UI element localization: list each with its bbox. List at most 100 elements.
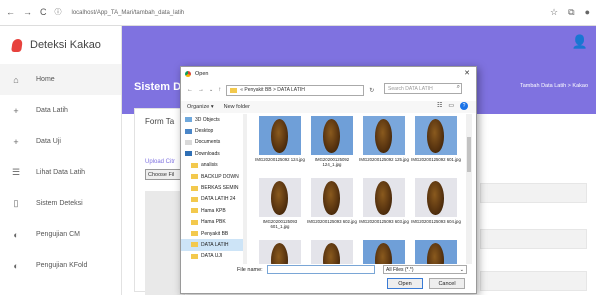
- open-button[interactable]: Open: [387, 278, 423, 289]
- filetype-select[interactable]: All Files (*.*) ⌄: [383, 265, 467, 274]
- forward-arrow-icon[interactable]: →: [23, 8, 32, 17]
- image-thumbnail: [311, 240, 353, 264]
- search-input[interactable]: Search DATA LATIH: [384, 83, 462, 94]
- sidebar-item-data-latih[interactable]: + Data Latih: [0, 95, 121, 126]
- nav-item[interactable]: DATA UJI: [181, 251, 243, 262]
- nav-item[interactable]: 3D Objects: [181, 114, 243, 125]
- document-icon: ▯: [13, 198, 19, 208]
- back-arrow-icon[interactable]: ←: [187, 87, 193, 93]
- file-item[interactable]: IMG20200125092 124.jpg: [255, 116, 305, 176]
- preview-pane-icon[interactable]: ▭: [448, 102, 454, 110]
- plus-icon: +: [13, 136, 19, 147]
- image-thumbnail: [259, 178, 301, 217]
- info-icon: ⓘ: [54, 9, 62, 16]
- nav-item[interactable]: Hama PBK: [181, 217, 243, 228]
- organize-menu[interactable]: Organize ▾: [187, 104, 214, 110]
- forward-arrow-icon[interactable]: →: [198, 87, 204, 93]
- file-item[interactable]: [411, 240, 461, 264]
- nav-item[interactable]: Hama KPB: [181, 205, 243, 216]
- sidebar-item-home[interactable]: ⌂ Home: [0, 64, 121, 95]
- view-controls: ☷ ▭ ?: [437, 102, 468, 110]
- sidebar-item-label: Pengujian CM: [36, 231, 80, 238]
- nav-item-label: BACKUP DOWN: [201, 173, 239, 180]
- file-item[interactable]: [359, 240, 409, 264]
- cancel-button[interactable]: Cancel: [429, 278, 465, 289]
- cocoa-logo-icon: [11, 38, 23, 52]
- path-bar[interactable]: « Penyakit BB > DATA LATIH: [226, 84, 365, 96]
- dialog-titlebar: Open ✕: [181, 67, 476, 81]
- nav-item[interactable]: BACKUP DOWN: [181, 171, 243, 182]
- file-name: IMG20200125093 603.jpg: [359, 219, 409, 224]
- refresh-icon[interactable]: ↻: [369, 87, 374, 94]
- open-file-dialog: Open ✕ ← → ⌄ ↑ « Penyakit BB > DATA LATI…: [180, 66, 477, 294]
- extension-icon[interactable]: ⧉: [568, 7, 574, 18]
- folder-icon: [185, 151, 192, 157]
- scrollbar[interactable]: [243, 114, 247, 264]
- file-item[interactable]: [307, 240, 357, 264]
- input-field[interactable]: [480, 183, 587, 203]
- sidebar-item-data-uji[interactable]: + Data Uji: [0, 126, 121, 157]
- nav-item[interactable]: Penyakit BB: [181, 228, 243, 239]
- input-field[interactable]: [480, 229, 587, 249]
- new-folder-button[interactable]: New folder: [224, 104, 250, 110]
- path-text: « Penyakit BB > DATA LATIH: [240, 87, 305, 93]
- image-thumbnail: [415, 178, 457, 217]
- file-item[interactable]: IMG20200125092 125.jpg: [359, 116, 409, 176]
- cocoa-pod: [427, 181, 444, 215]
- image-thumbnail: [415, 116, 457, 155]
- close-icon[interactable]: ✕: [464, 69, 470, 77]
- profile-icon[interactable]: ●: [585, 7, 590, 18]
- brand-name: Deteksi Kakao: [30, 39, 101, 51]
- up-arrow-icon[interactable]: ↑: [218, 87, 221, 93]
- file-item[interactable]: IMG20200125092 601.jpg: [411, 116, 461, 176]
- reload-icon[interactable]: C: [40, 8, 47, 17]
- cocoa-pod: [375, 181, 392, 215]
- file-item[interactable]: IMG20200125093 604.jpg: [411, 178, 461, 238]
- nav-item[interactable]: Documents: [181, 137, 243, 148]
- sidebar-menu: ⌂ Home + Data Latih + Data Uji ☰ Lihat Data Lat…: [0, 64, 121, 281]
- nav-item[interactable]: DATA LATIH 24: [181, 194, 243, 205]
- cocoa-pod: [375, 119, 392, 153]
- nav-item[interactable]: Downloads: [181, 148, 243, 159]
- dialog-buttons: Open Cancel: [181, 278, 476, 291]
- file-item[interactable]: IMG20200125092 124_1.jpg: [307, 116, 357, 176]
- sidebar-item-sistem-deteksi[interactable]: ▯ Sistem Deteksi: [0, 188, 121, 219]
- nav-item[interactable]: DATA LATIH: [181, 239, 243, 251]
- file-item[interactable]: [255, 240, 305, 264]
- sidebar-item-lihat-data-latih[interactable]: ☰ Lihat Data Latih: [0, 157, 121, 188]
- dialog-title: Open: [195, 71, 209, 77]
- list-icon: ☰: [11, 167, 21, 177]
- input-field[interactable]: [480, 271, 587, 291]
- help-icon[interactable]: ?: [460, 102, 468, 110]
- filename-input[interactable]: [267, 265, 375, 274]
- nav-item-label: 3D Objects: [195, 116, 220, 123]
- user-icon[interactable]: 👤: [572, 34, 588, 50]
- back-arrow-icon[interactable]: ←: [6, 8, 15, 17]
- address-bar[interactable]: localhost/App_TA_Mari/tambah_data_latih: [72, 10, 185, 16]
- file-item[interactable]: IMG20200125093 601_1.jpg: [255, 178, 305, 238]
- sidebar-item-pengujian-cm[interactable]: ◐ Pengujian CM: [0, 219, 121, 250]
- file-name: IMG20200125092 125.jpg: [359, 157, 409, 162]
- star-icon[interactable]: ☆: [550, 7, 558, 18]
- chevron-down-icon[interactable]: ⌄: [209, 87, 213, 93]
- file-item[interactable]: IMG20200125093 602.jpg: [307, 178, 357, 238]
- image-thumbnail: [311, 116, 353, 155]
- folder-icon: [191, 162, 198, 168]
- filename-label: File name:: [237, 267, 263, 273]
- cocoa-pod: [323, 119, 340, 153]
- sidebar-item-pengujian-kfold[interactable]: ◐ Pengujian KFold: [0, 250, 121, 281]
- file-item[interactable]: IMG20200125093 603.jpg: [359, 178, 409, 238]
- nav-item-label: DATA UJI: [201, 253, 223, 260]
- cocoa-pod: [271, 181, 288, 215]
- nav-item[interactable]: BERKAS SEMIN: [181, 182, 243, 193]
- folder-icon: [191, 174, 198, 180]
- brand[interactable]: Deteksi Kakao: [0, 26, 121, 64]
- folder-icon: [191, 242, 198, 248]
- nav-item-label: Hama KPB: [201, 207, 226, 214]
- navigation-pane: 3D Objects Desktop Documents Downloads anali…: [181, 114, 243, 264]
- nav-item[interactable]: analisis: [181, 160, 243, 171]
- cocoa-pod: [271, 243, 288, 264]
- scrollbar-thumb[interactable]: [467, 137, 471, 172]
- nav-item[interactable]: Desktop: [181, 125, 243, 136]
- view-options-icon[interactable]: ☷: [437, 102, 442, 110]
